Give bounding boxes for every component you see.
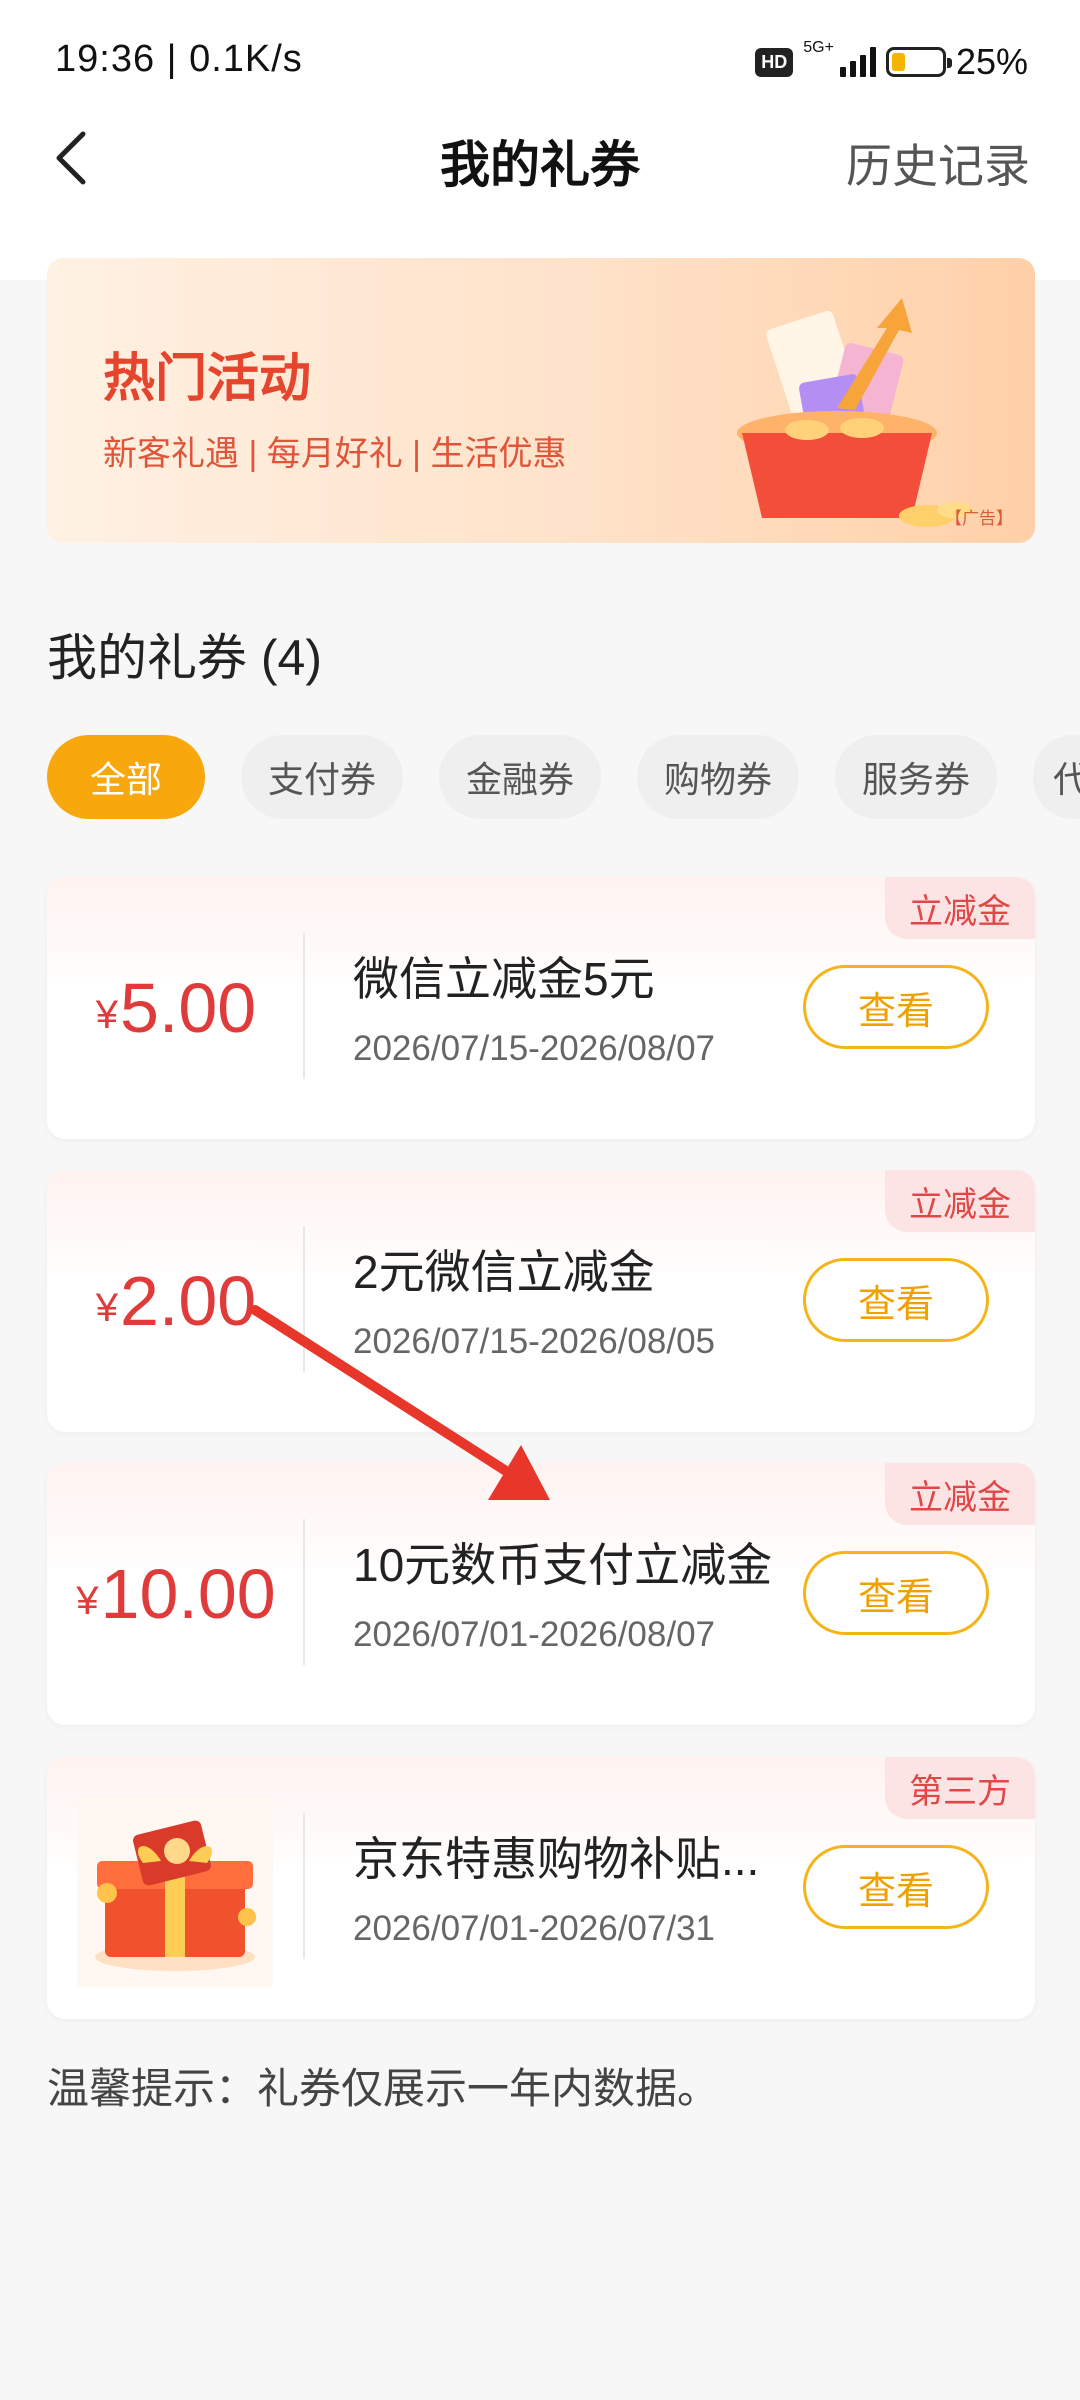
coupon-tag: 第三方 — [885, 1757, 1035, 1819]
tab-shopping[interactable]: 购物券 — [637, 735, 799, 819]
divider — [303, 1813, 305, 1959]
divider — [303, 1226, 305, 1372]
view-button[interactable]: 查看 — [803, 1551, 989, 1635]
category-tabs: 全部 支付券 金融券 购物券 服务券 代 — [47, 735, 1080, 819]
coupon-tag: 立减金 — [885, 1463, 1035, 1525]
coupon-amount: ¥ 2.00 — [47, 1170, 305, 1432]
view-button[interactable]: 查看 — [803, 965, 989, 1049]
coupon-name: 微信立减金5元 — [353, 953, 655, 1005]
currency-symbol: ¥ — [95, 992, 118, 1037]
gift-basket-icon — [737, 298, 973, 527]
divider — [303, 1519, 305, 1665]
coupon-name: 京东特惠购物补贴... — [353, 1833, 760, 1885]
coupon-amount: ¥ 10.00 — [47, 1463, 305, 1725]
amount-value: 2.00 — [120, 1262, 257, 1340]
coupon-card[interactable]: 立减金 ¥ 5.00 微信立减金5元 2026/07/15-2026/08/07… — [47, 877, 1035, 1139]
amount-value: 5.00 — [120, 969, 257, 1047]
status-icons: HD 5G+ 25% — [755, 40, 1028, 84]
banner-title: 热门活动 — [103, 350, 312, 408]
tab-finance[interactable]: 金融券 — [439, 735, 601, 819]
view-button[interactable]: 查看 — [803, 1845, 989, 1929]
tab-all[interactable]: 全部 — [47, 735, 205, 819]
coupon-name: 10元数币支付立减金 — [353, 1539, 773, 1591]
gift-box-icon — [77, 1797, 273, 1987]
banner-subtitle: 新客礼遇 | 每月好礼 | 生活优惠 — [103, 435, 567, 473]
tab-service[interactable]: 服务券 — [835, 735, 997, 819]
tab-more[interactable]: 代 — [1033, 735, 1080, 819]
battery-percent: 25% — [955, 41, 1028, 82]
currency-symbol: ¥ — [95, 1285, 118, 1330]
history-link[interactable]: 历史记录 — [846, 130, 1030, 196]
ad-label: 【广告】 — [945, 509, 1013, 528]
coupon-card[interactable]: 立减金 ¥ 2.00 2元微信立减金 2026/07/15-2026/08/05… — [47, 1170, 1035, 1432]
section-title: 我的礼券 (4) — [47, 630, 322, 686]
coupon-card[interactable]: 立减金 ¥ 10.00 10元数币支付立减金 2026/07/01-2026/0… — [47, 1463, 1035, 1725]
coupon-name: 2元微信立减金 — [353, 1246, 655, 1298]
hd-icon: HD — [755, 47, 794, 77]
coupon-date: 2026/07/01-2026/08/07 — [353, 1615, 715, 1654]
coupon-date: 2026/07/15-2026/08/07 — [353, 1029, 715, 1068]
coupon-date: 2026/07/01-2026/07/31 — [353, 1909, 715, 1948]
tab-payment[interactable]: 支付券 — [241, 735, 403, 819]
battery-icon — [885, 47, 952, 77]
status-time: 19:36 | 0.1K/s — [55, 38, 303, 80]
network-label: 5G+ — [803, 39, 834, 56]
coupon-tag: 立减金 — [885, 1170, 1035, 1232]
coupon-tag: 立减金 — [885, 877, 1035, 939]
promo-banner[interactable]: 热门活动 新客礼遇 | 每月好礼 | 生活优惠 【广告】 — [47, 258, 1035, 543]
tip-text: 温馨提示：礼券仅展示一年内数据。 — [47, 2065, 720, 2112]
view-button[interactable]: 查看 — [803, 1258, 989, 1342]
divider — [303, 933, 305, 1079]
coupon-card[interactable]: 第三方 京东特惠购物补贴... 2026/07/01-2026/07/31 查看 — [47, 1757, 1035, 2019]
signal-icon — [839, 47, 876, 77]
coupon-date: 2026/07/15-2026/08/05 — [353, 1322, 715, 1361]
coupon-amount: ¥ 5.00 — [47, 877, 305, 1139]
currency-symbol: ¥ — [76, 1578, 99, 1623]
amount-value: 10.00 — [100, 1555, 276, 1633]
